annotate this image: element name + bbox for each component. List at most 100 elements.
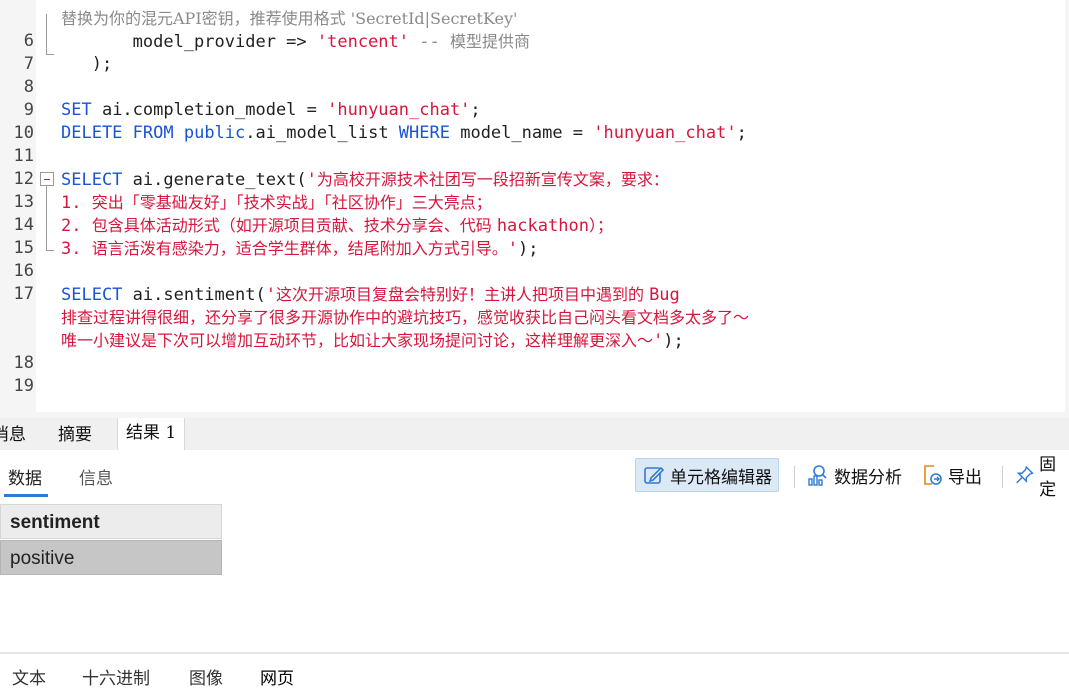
code-token: 'hunyuan_chat' [593,123,737,143]
line-number: 14 [13,215,34,235]
fold-guide-end [46,54,54,55]
code-token: SET [61,100,92,120]
toolbar-divider [794,466,795,488]
sql-editor[interactable]: 替换为你的混元API密钥，推荐使用格式 'SecretId|SecretKey'… [0,0,1069,418]
code-text: DELETE FROM public.ai_model_list WHERE m… [61,122,747,145]
line-number: 12 [13,169,34,189]
export-icon [924,465,942,485]
code-token: -- [409,32,450,52]
export-label: 导出 [948,467,982,488]
code-text: 2. 包含具体活动形式（如开源项目贡献、技术分享会、代码 hackathon）； [61,214,613,238]
code-text: 1. 突出「零基础友好」「技术实战」「社区协作」三大亮点； [61,191,492,215]
code-token: ' [265,285,276,305]
code-text: SELECT ai.generate_text('为高校开源技术社团写一段招新宣… [61,168,669,192]
viewer-mode-tabs: 文本 十六进制 图像 网页 [0,652,1069,688]
tab-summary[interactable]: 摘要 [58,418,92,450]
data-analysis-button[interactable]: 数据分析 [806,458,902,492]
line-number: 8 [23,77,34,97]
code-token: SELECT [61,285,123,305]
code-token: model_provider => [61,32,317,52]
code-token: 模型提供商 [449,32,530,51]
code-token: ' [653,331,664,351]
result-sub-toolbar: 数据 信息 单元格编辑器 数据分析 导出 固定 [0,450,1069,500]
fold-toggle-icon[interactable] [40,172,54,186]
data-analysis-label: 数据分析 [834,467,902,488]
result-tab-bar: 消息 摘要 结果 1 [0,418,1069,450]
code-token: ' [306,170,317,190]
code-line: 7 ); [0,53,1069,76]
code-line: 19 [0,375,1069,398]
code-text: ); [61,53,112,76]
code-token: ; [470,100,481,120]
edit-pencil-icon [644,466,665,484]
code-line: 15 3. 语言活泼有感染力，适合学生群体，结尾附加入方式引导。'); [0,237,1069,260]
code-token: ' [507,239,518,259]
line-number: 15 [13,238,34,258]
code-token: 3. [61,239,92,259]
code-line: 6 model_provider => 'tencent' -- 模型提供商 [0,30,1069,53]
pin-button[interactable]: 固定 [1014,455,1069,500]
pin-label: 固定 [1039,455,1057,500]
code-token: ai.sentiment( [122,285,266,305]
tab-web[interactable]: 网页 [260,664,294,688]
code-token: 语言活泼有感染力，适合学生群体，结尾附加入方式引导。 [91,239,508,258]
tab-result-1[interactable]: 结果 1 [117,418,186,450]
line-number: 18 [13,353,34,373]
code-line: 唯一小建议是下次可以增加互动环节，比如让大家现场提问讨论，这样理解更深入～'); [0,329,1069,352]
line-number: 11 [13,146,34,166]
code-text: 唯一小建议是下次可以增加互动环节，比如让大家现场提问讨论，这样理解更深入～'); [61,329,684,353]
subtab-data[interactable]: 数据 [8,464,42,489]
tab-text[interactable]: 文本 [12,664,46,688]
code-token: 1. [61,193,92,213]
tab-image[interactable]: 图像 [189,664,223,688]
code-token: 包含具体活动形式（如开源项目贡献、技术分享会、代码 [91,216,497,235]
code-line: 11 [0,145,1069,168]
code-token: 唯一小建议是下次可以增加互动环节，比如让大家现场提问讨论，这样理解更深入～ [61,331,654,350]
code-token: 突出「零基础友好」「技术实战」「社区协作」三大亮点； [91,193,492,212]
code-text: SELECT ai.sentiment('这次开源项目复盘会特别好！主讲人把项目… [61,283,680,307]
tab-messages[interactable]: 消息 [0,418,26,450]
code-line: 12 SELECT ai.generate_text('为高校开源技术社团写一段招… [0,168,1069,191]
code-token: 排查过程讲得很细，还分享了很多开源协作中的避坑技巧，感觉收获比自己闷头看文档多太… [61,308,750,327]
column-header-sentiment[interactable]: sentiment [0,504,222,539]
fold-guide-line [46,186,47,250]
line-number: 13 [13,192,34,212]
code-line: 9 SET ai.completion_model = 'hunyuan_chat… [0,99,1069,122]
code-token: 为高校开源技术社团写一段招新宣传文案，要求： [316,170,669,189]
code-token: 2. [61,216,92,236]
line-number: 7 [23,54,34,74]
pin-icon [1016,465,1034,484]
subtab-info[interactable]: 信息 [79,464,113,489]
analysis-chart-icon [808,465,827,486]
code-text: SET ai.completion_model = 'hunyuan_chat'… [61,99,481,122]
code-token: 'hunyuan_chat' [327,100,471,120]
code-token: 替换为你的混元API密钥，推荐使用格式 'SecretId|SecretKey' [61,9,518,28]
code-line: 8 [0,76,1069,99]
code-text: 替换为你的混元API密钥，推荐使用格式 'SecretId|SecretKey' [61,7,517,31]
cell-editor-button[interactable]: 单元格编辑器 [635,458,779,492]
code-token: ）； [588,216,613,235]
code-line: 排查过程讲得很细，还分享了很多开源协作中的避坑技巧，感觉收获比自己闷头看文档多太… [0,306,1069,329]
code-token: .ai_model_list [245,123,399,143]
code-line: 13 1. 突出「零基础友好」「技术实战」「社区协作」三大亮点； [0,191,1069,214]
export-button[interactable]: 导出 [920,458,982,492]
code-token: ); [663,331,684,351]
line-number: 16 [13,261,34,281]
tab-hex[interactable]: 十六进制 [82,664,150,688]
code-token: WHERE [398,123,450,143]
code-token: DELETE FROM [61,123,174,143]
code-token: 这次开源项目复盘会特别好！主讲人把项目中遇到的 [275,285,650,304]
code-token: hackathon [496,216,589,236]
code-token: ai.generate_text( [122,170,307,190]
code-token: ); [517,239,539,259]
code-token: Bug [649,285,680,305]
line-number: 9 [23,100,34,120]
code-token: model_name = [449,123,594,143]
code-line: 10 DELETE FROM public.ai_model_list WHERE… [0,122,1069,145]
code-line: 16 [0,260,1069,283]
result-grid: sentiment positive [0,504,222,575]
grid-cell[interactable]: positive [0,540,222,575]
line-number: 10 [13,123,34,143]
code-token: ai.completion_model = [91,100,328,120]
